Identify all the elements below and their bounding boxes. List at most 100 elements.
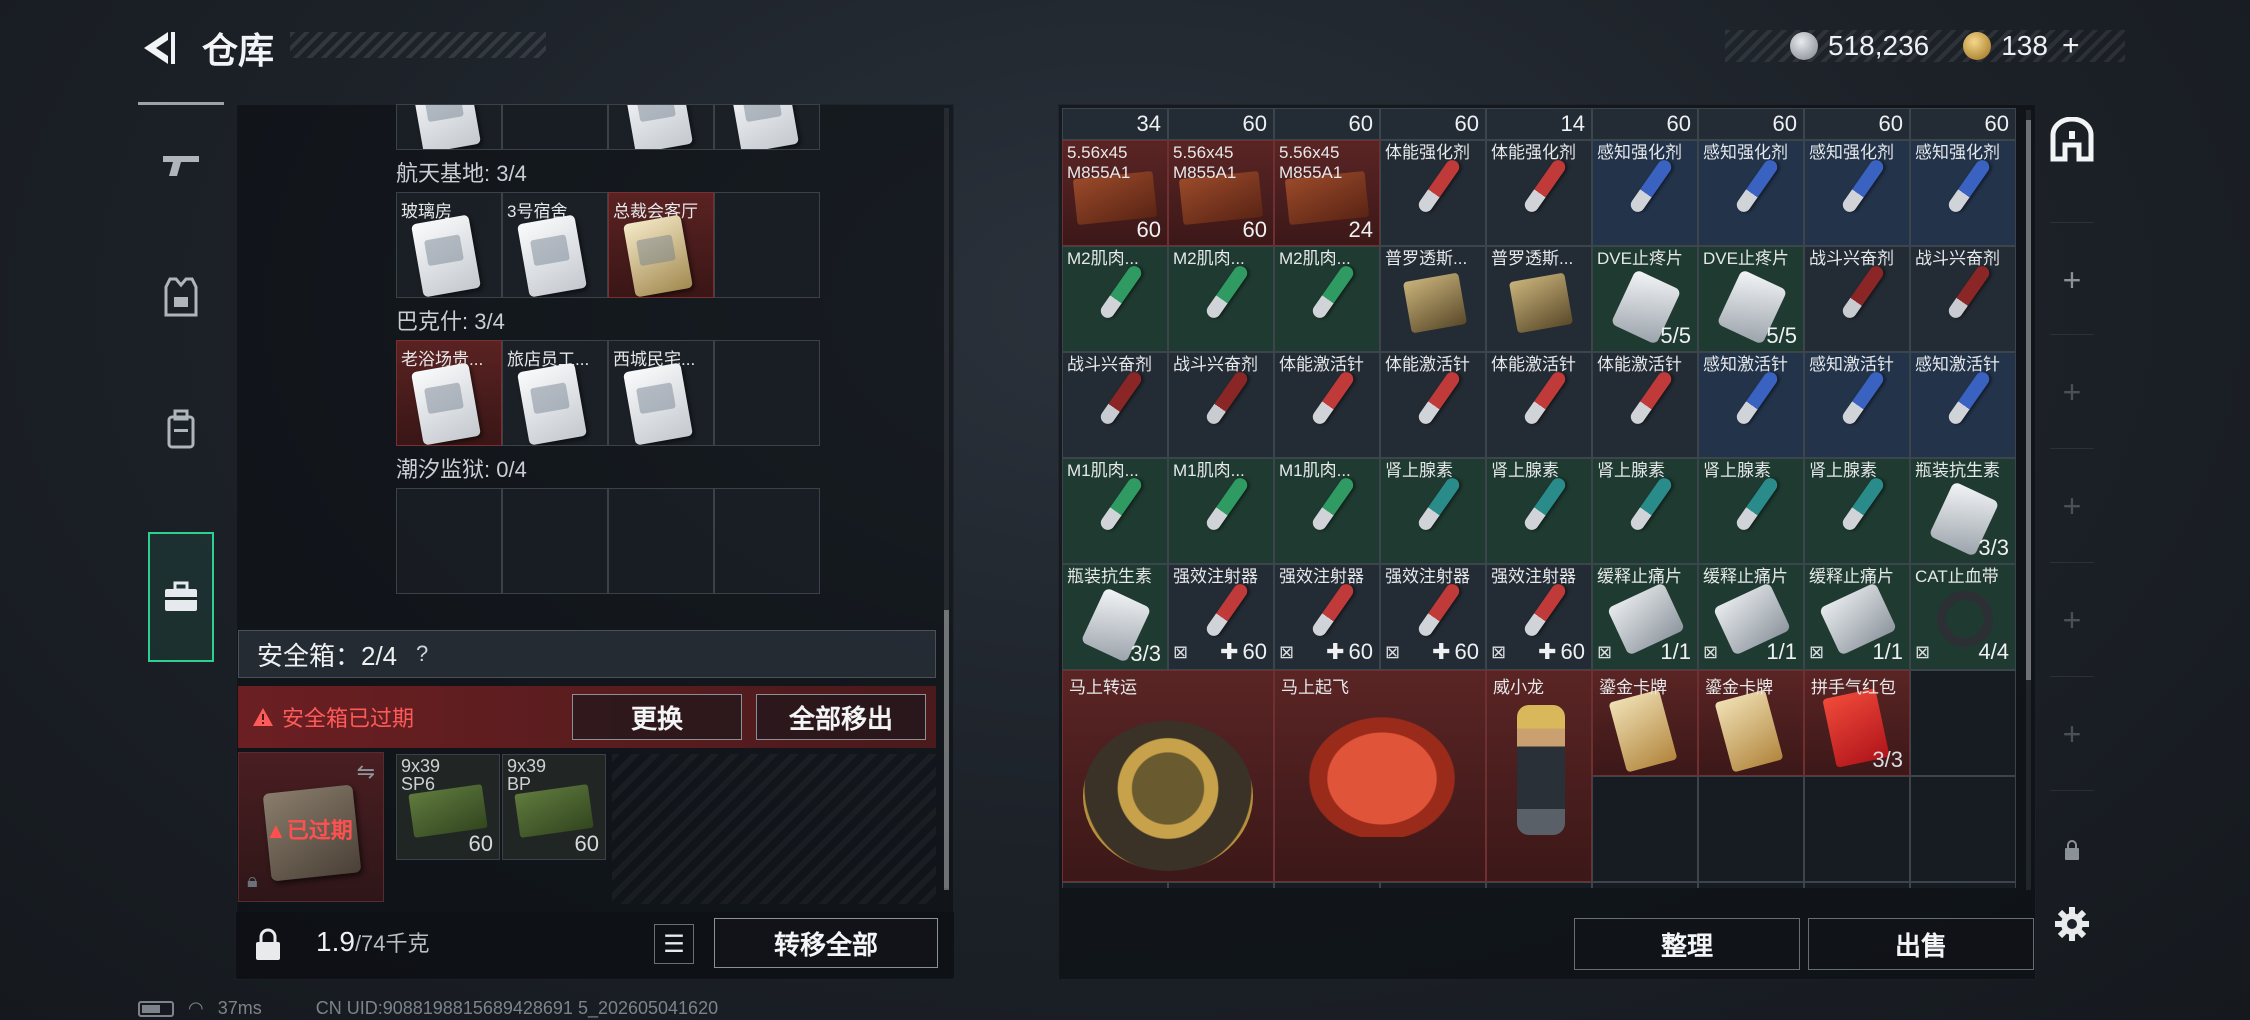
bag-lock-icon[interactable]	[250, 926, 286, 964]
remove-all-button[interactable]: 全部移出	[756, 694, 926, 740]
stash-item-partial[interactable]: 60	[1910, 108, 2016, 140]
collectible-item[interactable]: 马上转运	[1062, 670, 1274, 882]
stash-item[interactable]: DVE止疼片 5/5	[1698, 246, 1804, 352]
stash-item[interactable]: M2肌肉...	[1168, 246, 1274, 352]
stash-item[interactable]: 肾上腺素	[1486, 458, 1592, 564]
stash-item[interactable]: 体能强化剂	[1380, 140, 1486, 246]
stash-item[interactable]: 普罗透斯...	[1486, 246, 1592, 352]
stash-item[interactable]: 强效注射器 ⊠ ✚ 60	[1274, 564, 1380, 670]
stash-item[interactable]: 肾上腺素	[1804, 458, 1910, 564]
help-icon[interactable]: ?	[409, 641, 435, 667]
stash-item[interactable]: 肾上腺素	[1698, 458, 1804, 564]
settings-gear-icon[interactable]	[2040, 892, 2104, 956]
stash-item[interactable]: 体能激活针	[1274, 352, 1380, 458]
stash-item[interactable]: 体能激活针	[1380, 352, 1486, 458]
empty-slot[interactable]	[1274, 882, 1380, 888]
list-view-button[interactable]: ☰	[654, 924, 694, 964]
empty-slot[interactable]	[502, 488, 608, 594]
stash-item[interactable]: M2肌肉...	[1274, 246, 1380, 352]
add-currency-button[interactable]: +	[2062, 29, 2080, 63]
empty-slot[interactable]	[1380, 882, 1486, 888]
stash-item[interactable]: 肾上腺素	[1380, 458, 1486, 564]
stash-item[interactable]: 肾上腺素	[1592, 458, 1698, 564]
stash-item[interactable]: 感知激活针	[1910, 352, 2016, 458]
stash-item[interactable]: 缓释止痛片 ⊠ 1/1	[1804, 564, 1910, 670]
stash-item[interactable]: CAT止血带 ⊠ 4/4	[1910, 564, 2016, 670]
stash-item[interactable]: M2肌肉...	[1062, 246, 1168, 352]
key-card-slot[interactable]: 老浴场贵...	[396, 340, 502, 446]
stash-item[interactable]: 强效注射器 ⊠ ✚ 60	[1380, 564, 1486, 670]
stash-item[interactable]: 普罗透斯...	[1380, 246, 1486, 352]
locked-page-slot[interactable]: +	[2040, 702, 2104, 766]
empty-slot[interactable]	[1062, 882, 1168, 888]
partial-slot[interactable]	[502, 104, 608, 150]
tab-armor[interactable]	[138, 232, 224, 362]
empty-slot[interactable]	[1698, 882, 1804, 888]
empty-slot[interactable]	[1910, 882, 2016, 888]
stash-item-partial[interactable]: 34	[1062, 108, 1168, 140]
stash-item[interactable]: 感知激活针	[1698, 352, 1804, 458]
replace-button[interactable]: 更换	[572, 694, 742, 740]
stash-item-partial[interactable]: 60	[1274, 108, 1380, 140]
stash-item[interactable]: M1肌肉...	[1274, 458, 1380, 564]
key-card-slot[interactable]: 玻璃房	[396, 192, 502, 298]
stash-item[interactable]: 战斗兴奋剂	[1062, 352, 1168, 458]
collectible-item[interactable]: 鎏金卡牌	[1592, 670, 1698, 776]
stash-item[interactable]: 缓释止痛片 ⊠ 1/1	[1592, 564, 1698, 670]
stash-item[interactable]: DVE止疼片 5/5	[1592, 246, 1698, 352]
stash-item[interactable]: 5.56x45 M855A1 24	[1274, 140, 1380, 246]
stash-item[interactable]: 感知激活针	[1804, 352, 1910, 458]
collectible-item[interactable]: 威小龙	[1486, 670, 1592, 882]
stash-item[interactable]: 战斗兴奋剂	[1168, 352, 1274, 458]
stash-item[interactable]: 感知强化剂	[1910, 140, 2016, 246]
safe-item-ammo[interactable]: 9x39 BP 60	[502, 754, 606, 860]
tab-toolbox[interactable]	[148, 532, 214, 662]
stash-page-main[interactable]	[2040, 108, 2104, 172]
key-card-slot[interactable]: 旅店员工...	[502, 340, 608, 446]
stash-item-partial[interactable]: 14	[1486, 108, 1592, 140]
empty-slot[interactable]	[714, 340, 820, 446]
empty-slot[interactable]	[1168, 882, 1274, 888]
safe-box-container[interactable]: ▲已过期 ⇋ 🔒︎	[238, 752, 384, 902]
sort-button[interactable]: 整理	[1574, 918, 1800, 970]
swap-icon[interactable]: ⇋	[357, 759, 375, 785]
empty-slot[interactable]	[608, 488, 714, 594]
stash-item[interactable]: 强效注射器 ⊠ ✚ 60	[1486, 564, 1592, 670]
locked-page-slot[interactable]: +	[2040, 588, 2104, 652]
key-card-slot[interactable]: 总裁会客厅	[608, 192, 714, 298]
stash-item[interactable]: 感知强化剂	[1698, 140, 1804, 246]
stash-item[interactable]: 5.56x45 M855A1 60	[1168, 140, 1274, 246]
stash-item-partial[interactable]: 60	[1380, 108, 1486, 140]
empty-slot[interactable]	[1910, 670, 2016, 776]
stash-item-partial[interactable]: 60	[1698, 108, 1804, 140]
stash-item[interactable]: 5.56x45 M855A1 60	[1062, 140, 1168, 246]
collectible-item[interactable]: 拼手气红包 3/3	[1804, 670, 1910, 776]
key-card-slot[interactable]: 3号宿舍	[502, 192, 608, 298]
locked-page-slot[interactable]: +	[2040, 360, 2104, 424]
stash-item[interactable]: 感知强化剂	[1592, 140, 1698, 246]
stash-item-partial[interactable]: 60	[1804, 108, 1910, 140]
stash-item[interactable]: 体能激活针	[1592, 352, 1698, 458]
stash-item[interactable]: 感知强化剂	[1804, 140, 1910, 246]
empty-slot[interactable]	[1592, 776, 1698, 882]
empty-slot[interactable]	[396, 488, 502, 594]
stash-item[interactable]: 缓释止痛片 ⊠ 1/1	[1698, 564, 1804, 670]
stash-item[interactable]: 战斗兴奋剂	[1910, 246, 2016, 352]
empty-slot[interactable]	[1698, 776, 1804, 882]
right-scrollbar-thumb[interactable]	[2026, 120, 2031, 680]
stash-item[interactable]: 瓶装抗生素 3/3	[1062, 564, 1168, 670]
stash-item[interactable]: 战斗兴奋剂	[1804, 246, 1910, 352]
tab-backpack[interactable]	[138, 364, 224, 494]
stash-item[interactable]: 强效注射器 ⊠ ✚ 60	[1168, 564, 1274, 670]
empty-slot[interactable]	[714, 488, 820, 594]
empty-slot[interactable]	[714, 192, 820, 298]
transfer-all-button[interactable]: 转移全部	[714, 918, 938, 968]
collectible-item[interactable]: 马上起飞	[1274, 670, 1486, 882]
collectible-item[interactable]: 鎏金卡牌	[1698, 670, 1804, 776]
locked-page-slot[interactable]: +	[2040, 474, 2104, 538]
empty-slot[interactable]	[1804, 776, 1910, 882]
empty-slot[interactable]	[1486, 882, 1592, 888]
empty-slot[interactable]	[1592, 882, 1698, 888]
empty-slot[interactable]	[1804, 882, 1910, 888]
partial-slot[interactable]	[396, 104, 502, 150]
